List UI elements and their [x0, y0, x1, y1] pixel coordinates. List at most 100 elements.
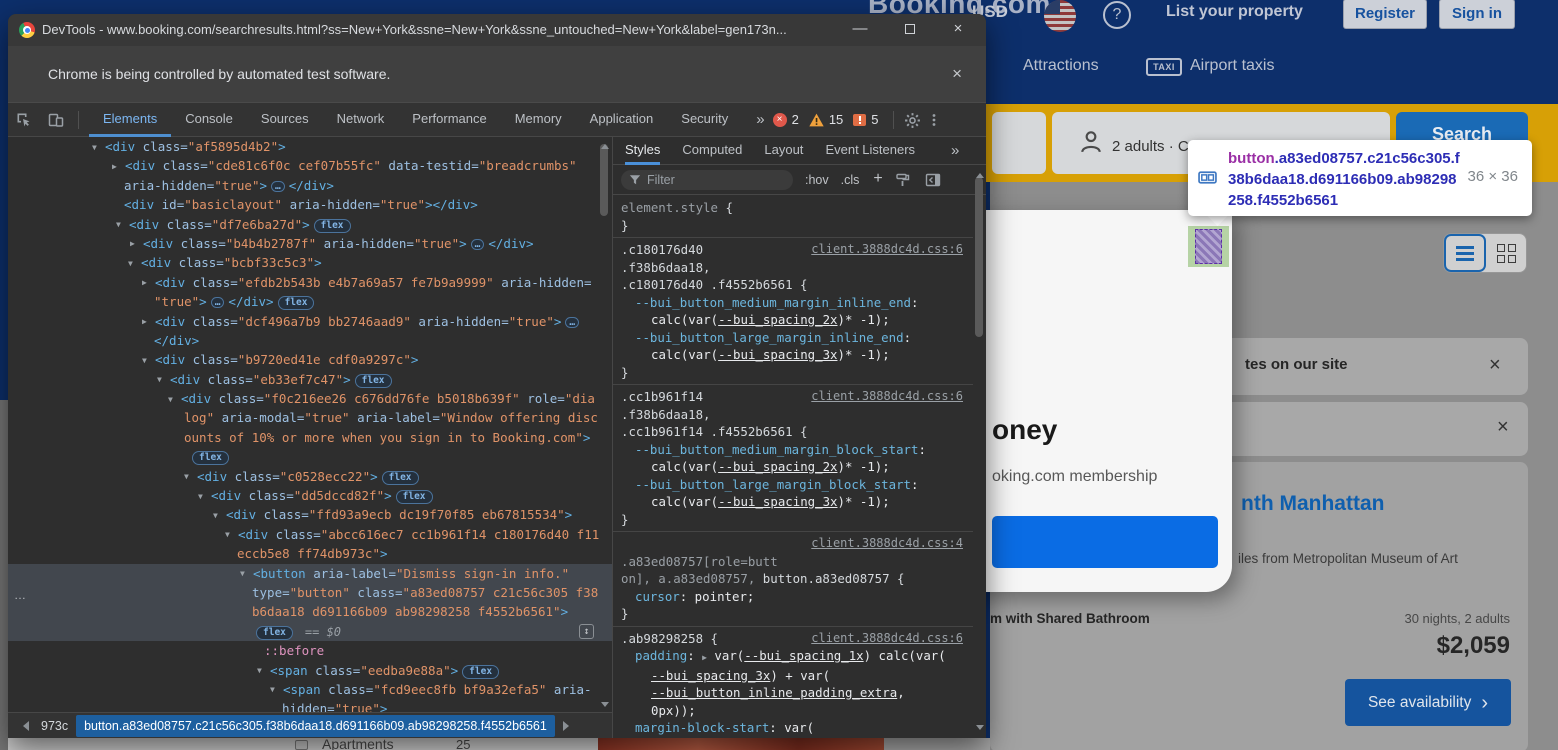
- help-icon[interactable]: ?: [1103, 1, 1131, 29]
- cls-toggle[interactable]: .cls: [841, 173, 860, 187]
- dom-tree-line[interactable]: ▼<div class="af5895d4b2">: [8, 137, 612, 156]
- dom-tree-line[interactable]: ▼<div class="eb33ef7c47">flex: [8, 370, 612, 389]
- breadcrumb-item[interactable]: 973c: [33, 719, 76, 733]
- dom-tree-line[interactable]: ▼<div class="bcbf33c5c3">: [8, 253, 612, 272]
- add-style-icon[interactable]: +: [873, 170, 882, 188]
- list-property-link[interactable]: List your property: [1166, 3, 1303, 21]
- expand-arrow-icon[interactable]: ▶: [112, 157, 125, 176]
- style-line[interactable]: calc(var(--bui_spacing_2x)* -1);: [621, 311, 967, 329]
- dom-tree-line[interactable]: ▶<div class="dcf496a7b9 bb2746aad9" aria…: [8, 312, 612, 331]
- style-line[interactable]: cursor: pointer;: [621, 588, 967, 606]
- dom-tree-line[interactable]: <div id="basiclayout" aria-hidden="true"…: [8, 195, 612, 214]
- collapse-arrow-icon[interactable]: ▼: [270, 680, 283, 699]
- close-button[interactable]: ×: [938, 14, 978, 46]
- css-variable-link[interactable]: --bui_spacing_2x: [718, 459, 837, 474]
- style-line[interactable]: --bui_button_inline_padding_extra,: [621, 684, 967, 702]
- breadcrumb-item-selected[interactable]: button.a83ed08757.c21c56c305.f38b6daa18.…: [76, 715, 555, 737]
- collapse-arrow-icon[interactable]: ▼: [157, 370, 170, 389]
- collapse-arrow-icon[interactable]: ▼: [213, 506, 226, 525]
- grid-view-button[interactable]: [1486, 234, 1526, 272]
- style-line[interactable]: .f38b6daa18,: [621, 406, 967, 424]
- dom-tree-line[interactable]: ▼<span class="fcd9eec8fb bf9a32efa5" ari…: [8, 680, 612, 699]
- style-line[interactable]: --bui_button_medium_margin_inline_end:: [621, 294, 967, 312]
- style-line[interactable]: --bui_button_large_margin_block_start:: [621, 476, 967, 494]
- flex-badge[interactable]: flex: [355, 374, 392, 388]
- collapse-arrow-icon[interactable]: ▼: [198, 487, 211, 506]
- dom-tree-line[interactable]: "true">…</div>flex: [8, 292, 612, 311]
- dom-tree-line[interactable]: eccb5e8 ff74db973c">: [8, 544, 612, 563]
- inline-expand-icon[interactable]: …: [271, 181, 285, 192]
- us-flag-icon[interactable]: [1044, 0, 1076, 32]
- flex-badge[interactable]: flex: [192, 451, 229, 465]
- errors-badge[interactable]: ×2: [773, 112, 799, 127]
- modal-cta-button[interactable]: [992, 516, 1218, 568]
- scroll-into-view-icon[interactable]: ↕: [579, 624, 594, 639]
- tab-memory[interactable]: Memory: [501, 103, 576, 137]
- collapse-arrow-icon[interactable]: ▼: [116, 215, 129, 234]
- maximize-button[interactable]: [890, 14, 930, 46]
- style-line[interactable]: calc(var(--bui_spacing_2x)* -1);: [621, 458, 967, 476]
- dom-tree-line[interactable]: flex: [8, 447, 612, 466]
- style-line[interactable]: calc(var(--bui_spacing_3x)* -1);: [621, 346, 967, 364]
- collapse-arrow-icon[interactable]: ▼: [257, 661, 270, 680]
- inspect-icon[interactable]: [16, 112, 32, 128]
- css-variable-link[interactable]: --bui_spacing_3x: [718, 494, 837, 509]
- style-line[interactable]: element.style {: [621, 199, 967, 217]
- banner-close-icon[interactable]: ×: [1489, 356, 1501, 374]
- expand-arrow-icon[interactable]: ▶: [142, 312, 155, 331]
- dom-tree-line[interactable]: type="button" class="a83ed08757 c21c56c3…: [8, 583, 612, 602]
- issues-badge[interactable]: 5: [853, 112, 878, 127]
- tab-console[interactable]: Console: [171, 103, 247, 137]
- style-line[interactable]: .a83ed08757[role=butt: [621, 553, 967, 571]
- nav-airport-taxis[interactable]: Airport taxis: [1190, 57, 1274, 75]
- inline-expand-icon[interactable]: …: [471, 239, 485, 250]
- panel-toggle-icon[interactable]: [925, 172, 941, 188]
- style-line[interactable]: }: [621, 511, 967, 529]
- device-toolbar-icon[interactable]: [48, 112, 64, 128]
- style-line[interactable]: --bui_button_medium_margin_block_start,: [621, 737, 967, 739]
- style-line[interactable]: --bui_button_medium_margin_block_start:: [621, 441, 967, 459]
- css-variable-link[interactable]: --bui_spacing_1x: [744, 648, 863, 663]
- collapse-arrow-icon[interactable]: ▼: [184, 467, 197, 486]
- breadcrumb-next-icon[interactable]: [563, 721, 574, 731]
- warnings-badge[interactable]: 15: [809, 112, 843, 127]
- css-variable-link[interactable]: --bui_button_medium_margin_block_start: [651, 738, 934, 739]
- hotel-name-link[interactable]: nth Manhattan: [1241, 492, 1384, 516]
- dom-tree-line[interactable]: ▶<div class="b4b4b2787f" aria-hidden="tr…: [8, 234, 612, 253]
- see-availability-button[interactable]: See availability ›: [1345, 679, 1511, 726]
- filters-checkbox[interactable]: [295, 740, 308, 750]
- sidebar-more-icon[interactable]: »: [951, 142, 957, 159]
- sidebar-tab-layout[interactable]: Layout: [764, 137, 803, 165]
- tab-sources[interactable]: Sources: [247, 103, 323, 137]
- style-line[interactable]: padding: ▶ var(--bui_spacing_1x) calc(va…: [621, 647, 967, 667]
- flex-badge[interactable]: flex: [278, 296, 315, 310]
- style-line[interactable]: margin-block-start: var(: [621, 719, 967, 737]
- inline-expand-icon[interactable]: …: [565, 317, 579, 328]
- flex-badge[interactable]: flex: [314, 219, 351, 233]
- minimize-button[interactable]: —: [840, 14, 880, 46]
- flex-badge[interactable]: flex: [462, 665, 499, 679]
- register-button[interactable]: Register: [1344, 0, 1426, 28]
- sidebar-tab-event-listeners[interactable]: Event Listeners: [825, 137, 915, 165]
- dom-tree-line[interactable]: ▼<span class="eedba9e88a">flex: [8, 661, 612, 680]
- style-line[interactable]: }: [621, 217, 967, 235]
- dom-tree-line[interactable]: </div>: [8, 331, 612, 350]
- tab-performance[interactable]: Performance: [398, 103, 500, 137]
- stylesheet-link[interactable]: client.3888dc4d.css:6: [811, 242, 963, 256]
- style-line[interactable]: }: [621, 605, 967, 623]
- expand-arrow-icon[interactable]: ▶: [142, 273, 155, 292]
- css-variable-link[interactable]: --bui_button_inline_padding_extra: [651, 685, 897, 700]
- collapse-arrow-icon[interactable]: ▼: [142, 351, 155, 370]
- dom-tree-line[interactable]: ▶<div class="efdb2b543b e4b7a69a57 fe7b9…: [8, 273, 612, 292]
- more-tabs-icon[interactable]: »: [756, 111, 762, 128]
- dom-overflow-indicator[interactable]: …: [14, 588, 27, 602]
- rendering-icon[interactable]: [895, 172, 911, 188]
- settings-gear-icon[interactable]: [904, 112, 920, 128]
- dom-tree-line[interactable]: ::before: [8, 641, 612, 660]
- style-line[interactable]: on], a.a83ed08757, button.a83ed08757 {: [621, 570, 967, 588]
- hov-toggle[interactable]: :hov: [805, 173, 829, 187]
- style-line[interactable]: --bui_button_large_margin_inline_end:: [621, 329, 967, 347]
- style-line[interactable]: calc(var(--bui_spacing_3x)* -1);: [621, 493, 967, 511]
- highlighted-element[interactable]: [1188, 226, 1229, 267]
- sidebar-tab-computed[interactable]: Computed: [682, 137, 742, 165]
